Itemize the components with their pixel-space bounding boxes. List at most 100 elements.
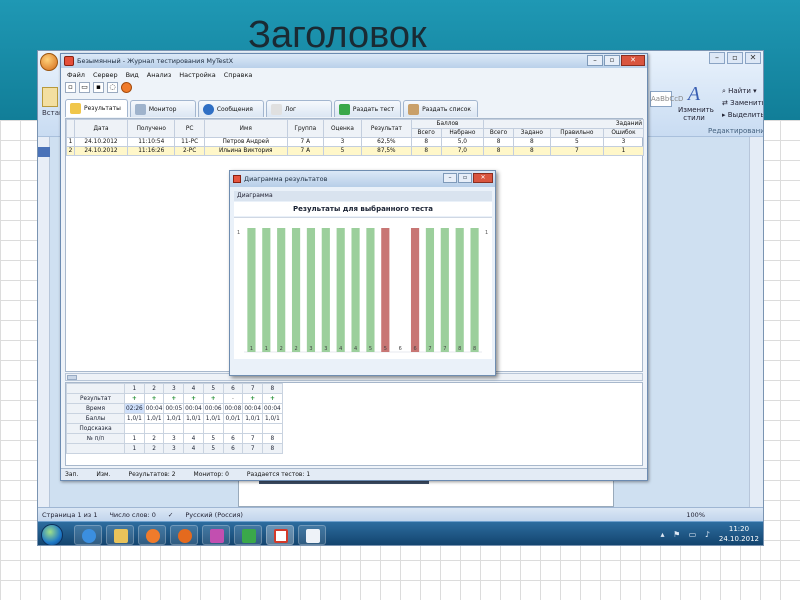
col-balls-total[interactable]: Всего (410, 128, 442, 138)
menu-view[interactable]: Вид (126, 69, 139, 81)
document-page[interactable] (238, 477, 614, 507)
close-icon[interactable]: ✕ (473, 173, 493, 183)
spellcheck-icon[interactable]: ✓ (168, 511, 173, 519)
taskbar-mytestx[interactable] (266, 525, 294, 545)
col-group[interactable]: Группа (286, 119, 324, 138)
tab-distribute-list[interactable]: Раздать список (403, 100, 479, 117)
replace-button[interactable]: ⇄ Заменить (722, 97, 763, 109)
select-button[interactable]: ▸ Выделить ▾ (722, 109, 763, 121)
table-row[interactable]: 1 24.10.2012 11:10:54 11-PC Петров Андре… (66, 137, 645, 147)
chart-bar (306, 228, 316, 352)
taskbar-word[interactable] (298, 525, 326, 545)
mytestx-icon (274, 529, 288, 543)
start-button[interactable] (41, 524, 63, 545)
stop-icon[interactable] (121, 82, 132, 93)
change-styles-button[interactable]: A Изменить стили (678, 83, 714, 122)
menu-server[interactable]: Сервер (93, 69, 118, 81)
col-tasks-errors[interactable]: Ошибок (602, 128, 645, 138)
col-tasks-given[interactable]: Задано (512, 128, 551, 138)
menu-analysis[interactable]: Анализ (147, 69, 172, 81)
tab-results[interactable]: Результаты (65, 99, 128, 117)
find-button[interactable]: ⌕ Найти ▾ (722, 85, 763, 97)
tray-icons[interactable]: ▴ ⚑ ▭ ♪ (661, 530, 713, 539)
style-preview[interactable]: AaBbCcD (650, 91, 683, 107)
detail-balls-row: Баллы 1,0/1 1,0/1 1,0/1 1,0/1 1,0/1 0,0/1 1,0/… (66, 413, 283, 424)
tab-distribute-test[interactable]: Раздать тест (333, 100, 402, 117)
vertical-scrollbar[interactable] (749, 137, 763, 507)
chart-title: Результаты для выбранного теста (234, 202, 492, 216)
results-icon (70, 103, 81, 114)
office-button[interactable] (40, 53, 58, 71)
col-mark[interactable]: Оценка (322, 119, 362, 138)
info-icon (202, 103, 214, 115)
detail-header-row: 12345678 (66, 383, 283, 394)
col-result[interactable]: Результат (360, 119, 412, 138)
save-icon[interactable]: ▪ (93, 82, 104, 93)
taskbar-app[interactable] (234, 525, 262, 545)
monitor-icon (134, 103, 146, 115)
refresh-icon[interactable]: ◌ (107, 82, 118, 93)
menu-help[interactable]: Справка (224, 69, 253, 81)
chart-bar (366, 228, 375, 352)
col-pc[interactable]: PC (174, 119, 205, 138)
close-icon[interactable]: ✕ (745, 52, 761, 64)
zoom-level[interactable]: 100% (686, 511, 705, 519)
taskbar-ie[interactable] (74, 525, 102, 545)
maximize-icon[interactable]: ▫ (727, 52, 743, 64)
y-tick-label: 1 (485, 230, 488, 236)
col-received[interactable]: Получено (127, 119, 176, 138)
minimize-icon[interactable]: – (709, 52, 725, 64)
results-chart-svg: 1 1 1 1 2 2 3 3 4 4 5 5 6 6 7 7 8 8 (237, 228, 488, 353)
people-icon (408, 103, 420, 115)
taskbar-media[interactable] (138, 525, 166, 545)
maximize-icon[interactable]: ▫ (458, 173, 472, 183)
tab-log[interactable]: Лог (265, 100, 332, 117)
col-tasks-total[interactable]: Всего (483, 128, 514, 138)
col-balls-got[interactable]: Набрано (440, 128, 485, 138)
chart-bar (262, 228, 271, 352)
tab-messages[interactable]: Сообщения (197, 100, 264, 117)
clock[interactable]: 11:20 24.10.2012 (719, 524, 759, 544)
taskbar-paint[interactable] (202, 525, 230, 545)
browser-icon (82, 529, 96, 543)
chart-bar (351, 228, 360, 352)
bar-label: 3 (324, 346, 327, 352)
folder-icon (114, 529, 128, 543)
answer-detail-grid: 12345678 Результат + + + + + - + + Время 02:26 0… (65, 382, 643, 466)
chart-bar (455, 228, 464, 352)
bar-label: 4 (339, 346, 342, 352)
new-file-icon[interactable]: ▫ (65, 82, 76, 93)
minimize-icon[interactable]: – (443, 173, 457, 183)
y-tick-label: 1 (237, 230, 240, 236)
open-folder-icon[interactable]: ▭ (79, 82, 90, 93)
scroll-thumb[interactable] (67, 375, 77, 380)
styles-icon: A (687, 83, 701, 105)
detail-hint-row: Подсказка (66, 423, 283, 434)
taskbar-firefox[interactable] (170, 525, 198, 545)
detail-time-row: Время 02:26 00:04 00:05 00:04 00:06 00:08 00:0… (66, 403, 283, 414)
menu-settings[interactable]: Настройка (179, 69, 215, 81)
paint-icon (210, 529, 224, 543)
taskbar-explorer[interactable] (106, 525, 134, 545)
detail-result-row: Результат + + + + + - + + (66, 393, 283, 404)
maximize-icon[interactable]: ▫ (604, 55, 620, 66)
ruler-marker[interactable] (38, 147, 50, 157)
col-date[interactable]: Дата (73, 119, 129, 138)
col-tasks-right[interactable]: Правильно (549, 128, 604, 138)
media-player-icon (146, 529, 160, 543)
app-icon (64, 56, 74, 66)
results-chart: 1 1 1 1 2 2 3 3 4 4 5 5 6 6 7 7 8 8 (234, 217, 492, 359)
menu-file[interactable]: Файл (67, 69, 85, 81)
paste-icon (42, 87, 58, 107)
tab-monitor[interactable]: Монитор (129, 100, 196, 117)
close-icon[interactable]: ✕ (621, 55, 645, 66)
chart-bar (410, 228, 420, 352)
taskbar: ▴ ⚑ ▭ ♪ 11:20 24.10.2012 (38, 521, 763, 545)
results-table: Дата Получено PC Имя Группа Оценка Резул… (66, 119, 645, 156)
col-name[interactable]: Имя (203, 119, 288, 138)
chart-bar (336, 228, 345, 352)
minimize-icon[interactable]: – (587, 55, 603, 66)
table-row[interactable]: 2 24.10.2012 11:16:26 2-PC Ильина Виктор… (66, 146, 645, 156)
chart-icon (233, 175, 241, 183)
word-statusbar: Страница 1 из 1 Число слов: 0 ✓ Русский … (38, 507, 763, 521)
